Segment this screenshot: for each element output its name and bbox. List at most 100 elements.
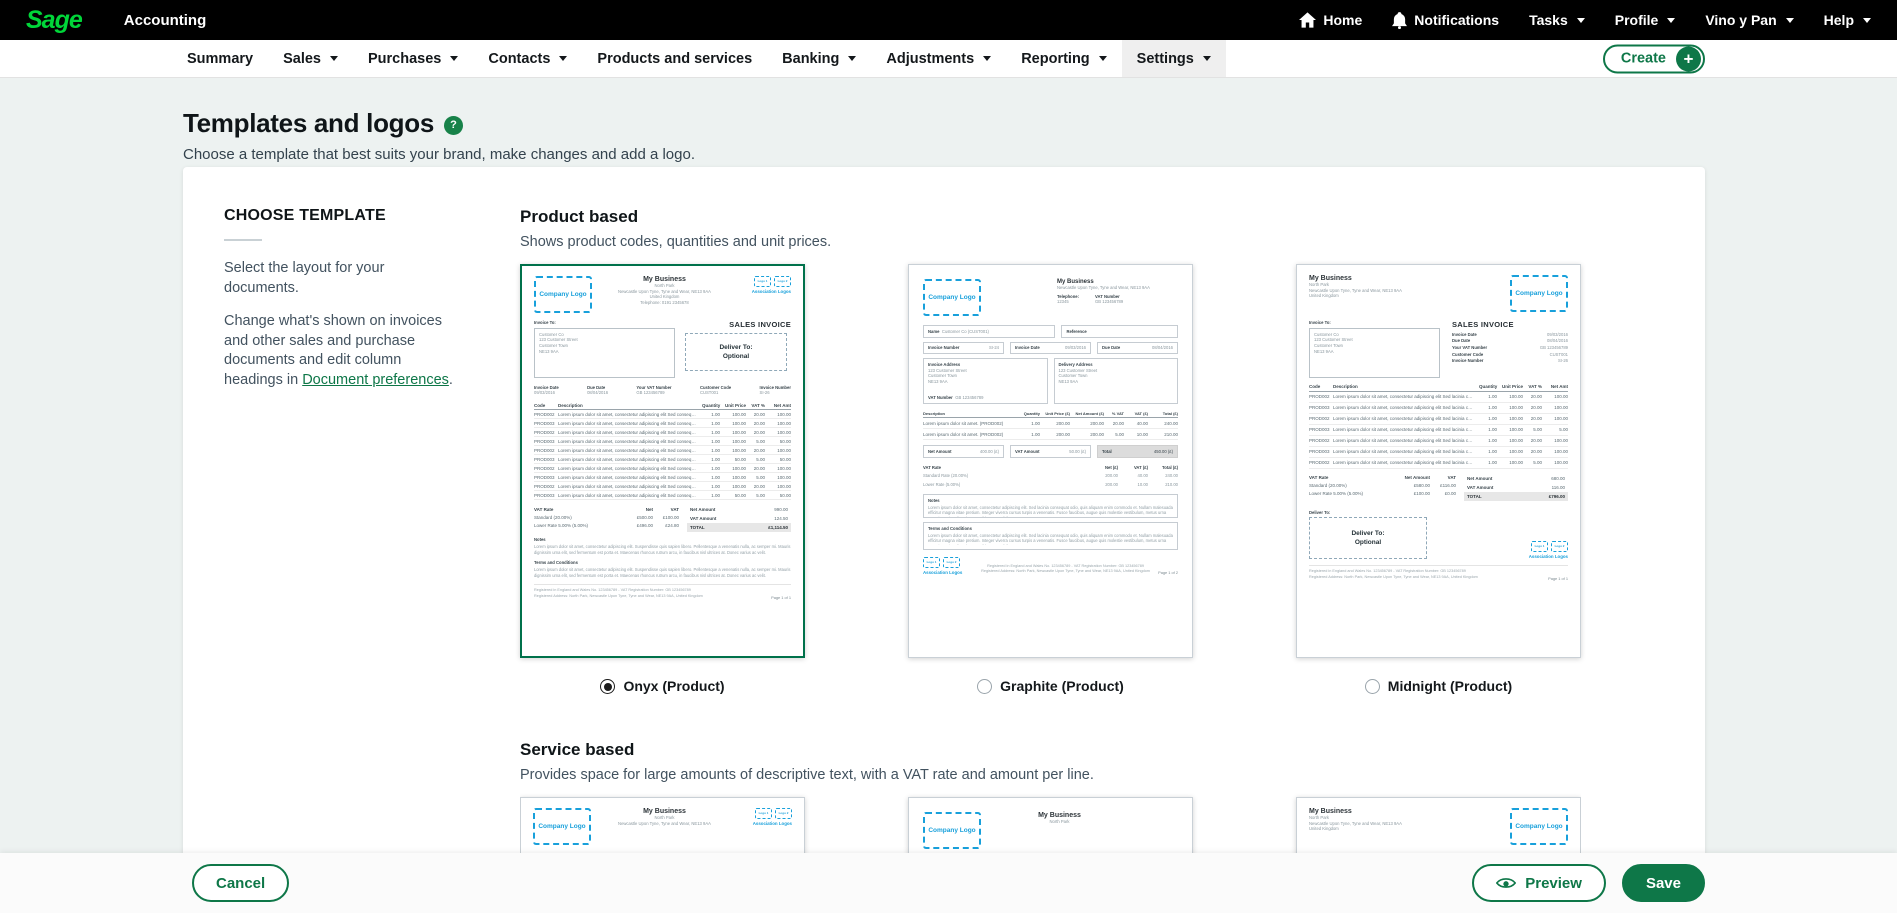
nav-item[interactable]: Adjustments bbox=[871, 40, 1006, 77]
terms-text: Lorem ipsum dolor sit amet, consectetur … bbox=[534, 567, 791, 578]
nav-item-label: Adjustments bbox=[886, 51, 974, 67]
template-option-label: Graphite (Product) bbox=[1000, 678, 1124, 694]
topbar-help[interactable]: Help bbox=[1824, 12, 1871, 28]
product-name: Accounting bbox=[124, 12, 207, 29]
topbar-company-label: Vino y Pan bbox=[1705, 12, 1776, 28]
customer-address-line: NE13 9AA bbox=[539, 349, 670, 355]
nav-item[interactable]: Settings bbox=[1122, 40, 1226, 77]
topbar-profile[interactable]: Profile bbox=[1615, 12, 1676, 28]
preview-button[interactable]: Preview bbox=[1472, 864, 1606, 902]
notes-text: Lorem ipsum dolor sit amet, consectetur … bbox=[534, 544, 791, 555]
page-count-label: Page 1 of 2 bbox=[1158, 570, 1178, 575]
invoice-table-header: DescriptionQuantityUnit Price (£)Net Amo… bbox=[923, 409, 1178, 418]
invoice-footer: Registered in England and Wales No. 1234… bbox=[1309, 565, 1568, 580]
template-option-label: Onyx (Product) bbox=[623, 678, 724, 694]
page-header: Templates and logos ? Choose a template … bbox=[183, 108, 1897, 163]
nav-item[interactable]: Summary bbox=[172, 40, 268, 77]
help-icon[interactable]: ? bbox=[444, 116, 463, 135]
radio-icon[interactable] bbox=[977, 679, 992, 694]
vat-summary: VAT RateNetVAT Standard (20.00%)£500.00£… bbox=[534, 505, 791, 532]
logo1-placeholder: Logo 1 bbox=[754, 276, 771, 287]
deliver-to-label: Deliver To: bbox=[1309, 510, 1514, 516]
nav-item[interactable]: Products and services bbox=[582, 40, 767, 77]
customer-address-box: Customer Co123 Customer StreetCustomer T… bbox=[1309, 328, 1440, 378]
association-logos-label: Association Logos bbox=[737, 289, 791, 294]
action-bar: Cancel Preview Save bbox=[0, 853, 1897, 913]
template-thumbnail-graphite[interactable]: Company Logo My Business Newcastle Upon … bbox=[908, 264, 1193, 658]
terms-label: Terms and Conditions bbox=[534, 560, 791, 566]
invoice-address-box: Invoice Address 123 Customer StreetCusto… bbox=[923, 358, 1048, 404]
nav-item[interactable]: Banking bbox=[767, 40, 871, 77]
invoice-line-row: PROD003Lorem ipsum dolor sit amet, conse… bbox=[1309, 447, 1568, 458]
product-template-row: Company Logo My Business North Park Newc… bbox=[520, 264, 1581, 658]
logo1-placeholder: Logo 1 bbox=[755, 808, 772, 819]
top-bar: Sage Accounting Home Notifications Tasks… bbox=[0, 0, 1897, 40]
cancel-button[interactable]: Cancel bbox=[192, 864, 289, 902]
total-box: Total450.00 (£) bbox=[1097, 445, 1178, 458]
radio-icon[interactable] bbox=[1365, 679, 1380, 694]
create-button[interactable]: Create + bbox=[1603, 44, 1705, 73]
cancel-button-label: Cancel bbox=[216, 875, 265, 892]
sage-logo[interactable]: Sage bbox=[26, 8, 82, 33]
invoice-line-row: PROD002Lorem ipsum dolor sit amet, conse… bbox=[534, 428, 791, 437]
invoice-meta-cell: Invoice Date09/03/2016 bbox=[1452, 331, 1568, 338]
invoice-line-row: PROD002Lorem ipsum dolor sit amet, conse… bbox=[534, 410, 791, 419]
invoice-line-row: PROD003Lorem ipsum dolor sit amet, conse… bbox=[534, 473, 791, 482]
topbar-notifications-label: Notifications bbox=[1414, 12, 1499, 28]
service-based-heading: Service based bbox=[520, 740, 1581, 760]
document-preferences-link[interactable]: Document preferences bbox=[302, 372, 449, 388]
page-count-label: Page 1 of 1 bbox=[1548, 576, 1568, 581]
topbar-tasks[interactable]: Tasks bbox=[1529, 12, 1585, 28]
invoice-table-header: CodeDescriptionQuantityUnit PriceVAT %Ne… bbox=[1309, 383, 1568, 392]
nav-item-label: Contacts bbox=[488, 51, 550, 67]
page-title: Templates and logos bbox=[183, 108, 434, 139]
caret-down-icon bbox=[1099, 56, 1107, 61]
logo1-placeholder: Logo 1 bbox=[1531, 541, 1548, 552]
invoice-line-row: PROD002Lorem ipsum dolor sit amet, conse… bbox=[534, 446, 791, 455]
template-thumbnail-midnight[interactable]: My Business North Park Newcastle Upon Ty… bbox=[1296, 264, 1581, 658]
invoice-line-row: PROD002Lorem ipsum dolor sit amet, conse… bbox=[534, 482, 791, 491]
template-option[interactable]: Graphite (Product) bbox=[908, 678, 1193, 694]
topbar-help-label: Help bbox=[1824, 12, 1854, 28]
business-name: My Business bbox=[596, 276, 733, 283]
reference-field-box: Reference bbox=[1061, 325, 1178, 338]
invoice-line-row: PROD002Lorem ipsum dolor sit amet, conse… bbox=[1309, 458, 1568, 469]
templates-card: CHOOSE TEMPLATE Select the layout for yo… bbox=[183, 167, 1705, 907]
invoice-to-label: Invoice To: bbox=[534, 320, 675, 326]
vat-rate-row: Lower Rate 5.00% (5.00%)£100.00£0.00 bbox=[1309, 490, 1456, 498]
nav-item[interactable]: Sales bbox=[268, 40, 353, 77]
template-option[interactable]: Midnight (Product) bbox=[1296, 678, 1581, 694]
save-button-label: Save bbox=[1646, 875, 1681, 892]
invoice-table: PROD002Lorem ipsum dolor sit amet, conse… bbox=[534, 410, 791, 500]
topbar-notifications[interactable]: Notifications bbox=[1392, 12, 1499, 29]
business-address: Newcastle Upon Tyne, Tyne and Wear, NE13… bbox=[1057, 285, 1178, 291]
logo2-placeholder: Logo 2 bbox=[775, 808, 792, 819]
service-based-description: Provides space for large amounts of desc… bbox=[520, 767, 1581, 783]
association-logos-label: Association Logos bbox=[1514, 554, 1568, 559]
sidebar-paragraph-1: Select the layout for your documents. bbox=[224, 259, 456, 298]
company-logo-placeholder: Company Logo bbox=[534, 276, 592, 313]
sales-invoice-title: SALES INVOICE bbox=[685, 320, 791, 329]
invoice-line-row: PROD003Lorem ipsum dolor sit amet, conse… bbox=[534, 455, 791, 464]
nav-item[interactable]: Contacts bbox=[473, 40, 582, 77]
nav-item[interactable]: Reporting bbox=[1006, 40, 1121, 77]
vat-summary: VAT RateNet AmountVAT Standard (20.00%)£… bbox=[1309, 474, 1568, 501]
nav-item[interactable]: Purchases bbox=[353, 40, 473, 77]
invoice-table-header: CodeDescriptionQuantityUnit PriceVAT %Ne… bbox=[534, 401, 791, 410]
template-thumbnail-onyx[interactable]: Company Logo My Business North Park Newc… bbox=[520, 264, 805, 658]
vat-rate-row: Standard (20.00%)£580.00£116.00 bbox=[1309, 482, 1456, 490]
invoice-line-row: PROD002Lorem ipsum dolor sit amet, conse… bbox=[1309, 414, 1568, 425]
company-logo-placeholder: Company Logo bbox=[923, 279, 981, 316]
save-button[interactable]: Save bbox=[1622, 864, 1705, 902]
invoice-line-row: PROD003Lorem ipsum dolor sit amet, conse… bbox=[534, 419, 791, 428]
topbar-company[interactable]: Vino y Pan bbox=[1705, 12, 1793, 28]
logo2-placeholder: Logo 2 bbox=[774, 276, 791, 287]
association-logos-label: Association Logos bbox=[923, 570, 973, 575]
caret-down-icon bbox=[559, 56, 567, 61]
radio-icon[interactable] bbox=[600, 679, 615, 694]
invoice-line-row: PROD003Lorem ipsum dolor sit amet, conse… bbox=[1309, 425, 1568, 436]
vat-rate-row: Standard Rate (20.00%)200.0040.00240.00 bbox=[923, 472, 1178, 481]
customer-address-box: Customer Co123 Customer StreetCustomer T… bbox=[534, 328, 675, 378]
template-option[interactable]: Onyx (Product) bbox=[520, 678, 805, 694]
topbar-home[interactable]: Home bbox=[1299, 12, 1362, 28]
